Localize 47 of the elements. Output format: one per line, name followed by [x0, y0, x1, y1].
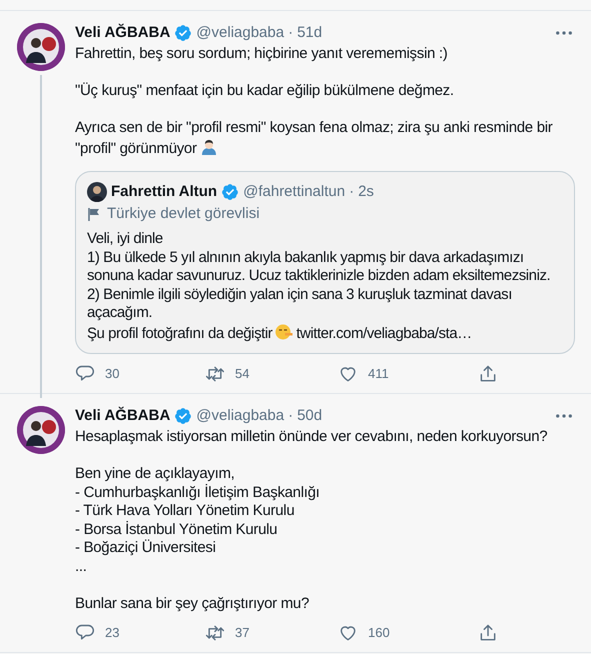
retweet-icon[interactable] [205, 364, 225, 384]
share-icon[interactable] [478, 364, 498, 384]
tweet-text: - Türk Hava Yolları Yönetim Kurulu [75, 502, 296, 520]
tweet-text: - Borsa İstanbul Yönetim Kurulu [75, 520, 278, 539]
tweet-text: Ayrıca sen de bir "profil resmi" koysan fena olmaz; zira şu anki resminde bir [75, 119, 554, 138]
face-emoji-icon [275, 322, 294, 340]
tweet-text: "Üç kuruş" menfaat için bu kadar eğilip bükülmene değmez. [75, 82, 455, 100]
tweet-text: 2) Benimle ilgili söylediğin yalan için sana 3 kuruşluk tazminat davası açacağım. [87, 286, 513, 322]
tweet-time[interactable]: 2s [358, 182, 374, 202]
author-handle[interactable]: @fahrettinaltun [243, 182, 346, 202]
tweet-time[interactable]: 50d [297, 406, 322, 426]
author-handle[interactable]: @veliagbaba [196, 23, 284, 43]
tweet-time[interactable]: 51d [297, 23, 322, 43]
account-label: Türkiye devlet görevlisi [107, 204, 260, 224]
retweet-count: 54 [235, 365, 250, 384]
reply-count: 30 [105, 365, 120, 384]
tweet-text: Ben yine de açıklayayım, [75, 465, 236, 484]
author-name[interactable]: Veli AĞBABA [75, 406, 170, 426]
tweet-text: - Cumhurbaşkanlığı İletişim Başkanlığı [75, 484, 321, 502]
tweet-text: Veli, iyi dinle [87, 230, 164, 248]
tweet-text: ... [75, 558, 88, 576]
tweet-link[interactable]: twitter.com/veliagbaba/sta… [296, 324, 472, 342]
separator-dot: · [288, 406, 294, 426]
avatar [87, 182, 107, 202]
author-handle[interactable]: @veliagbaba [196, 406, 284, 426]
tweet-text: 1) Bu ülkede 5 yıl alnının akıyla bakanlık yapmış bir dava arkadaşımızı sonuna kadar savunuruz. Ucuz taktiklerinizle bizden adam eksiltemezsiniz. [87, 248, 552, 286]
person-emoji-icon [200, 138, 218, 156]
tweet-text: Hesaplaşmak istiyorsan milletin önünde ver cevabını, neden korkuyorsun? [75, 428, 548, 446]
quoted-tweet[interactable] [75, 171, 575, 354]
flag-icon [87, 207, 101, 221]
retweet-icon[interactable] [205, 623, 225, 643]
avatar[interactable] [16, 406, 64, 454]
author-name[interactable]: Fahrettin Altun [111, 182, 218, 202]
retweet-count: 37 [235, 624, 250, 642]
reply-count: 23 [105, 624, 120, 642]
like-count: 160 [368, 624, 390, 642]
tweet-text: "profil" görünmüyor [75, 140, 197, 156]
avatar[interactable] [16, 23, 64, 71]
tweet-text: - Boğaziçi Üniversitesi [75, 539, 217, 558]
share-icon[interactable] [478, 623, 498, 643]
tweet-text: Şu profil fotoğrafını da değiştir [87, 324, 272, 342]
like-count: 411 [368, 365, 389, 384]
tweet-text: Bunlar sana bir şey çağrıştırıyor mu? [75, 594, 310, 613]
author-name[interactable]: Veli AĞBABA [75, 23, 170, 43]
separator-dot: · [349, 182, 354, 202]
separator-dot: · [288, 23, 294, 43]
tweet-text: Fahrettin, beş soru sordum; hiçbirine yanıt verememişsin :) [75, 45, 448, 64]
